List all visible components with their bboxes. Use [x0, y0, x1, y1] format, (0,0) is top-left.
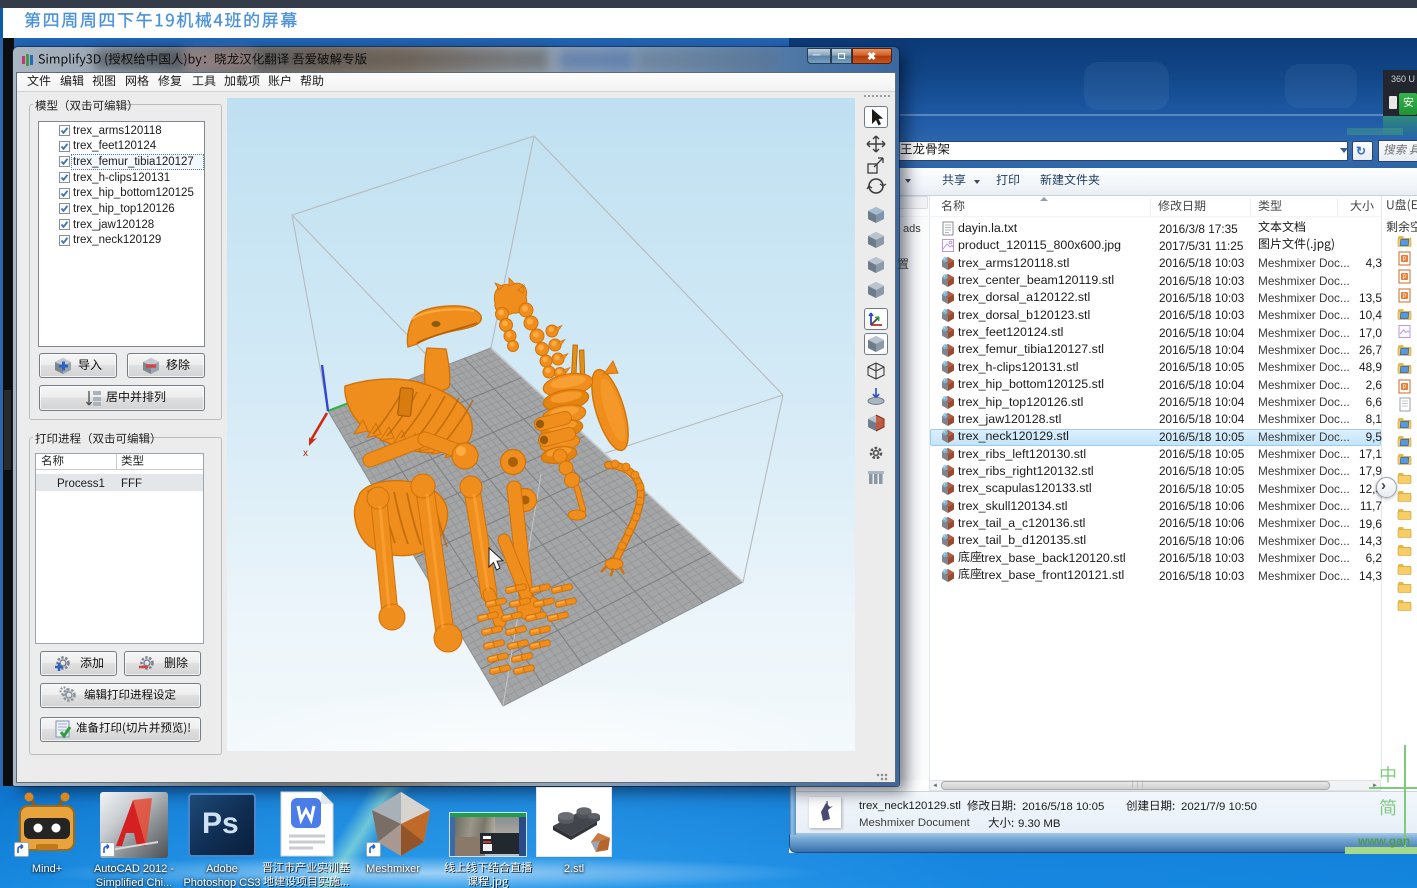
svg-text:P: P	[1403, 294, 1407, 300]
svg-text:P: P	[1403, 385, 1407, 391]
svg-text:P: P	[1403, 275, 1407, 281]
svg-text:P: P	[1403, 257, 1407, 263]
svg-text:x: x	[303, 448, 308, 459]
